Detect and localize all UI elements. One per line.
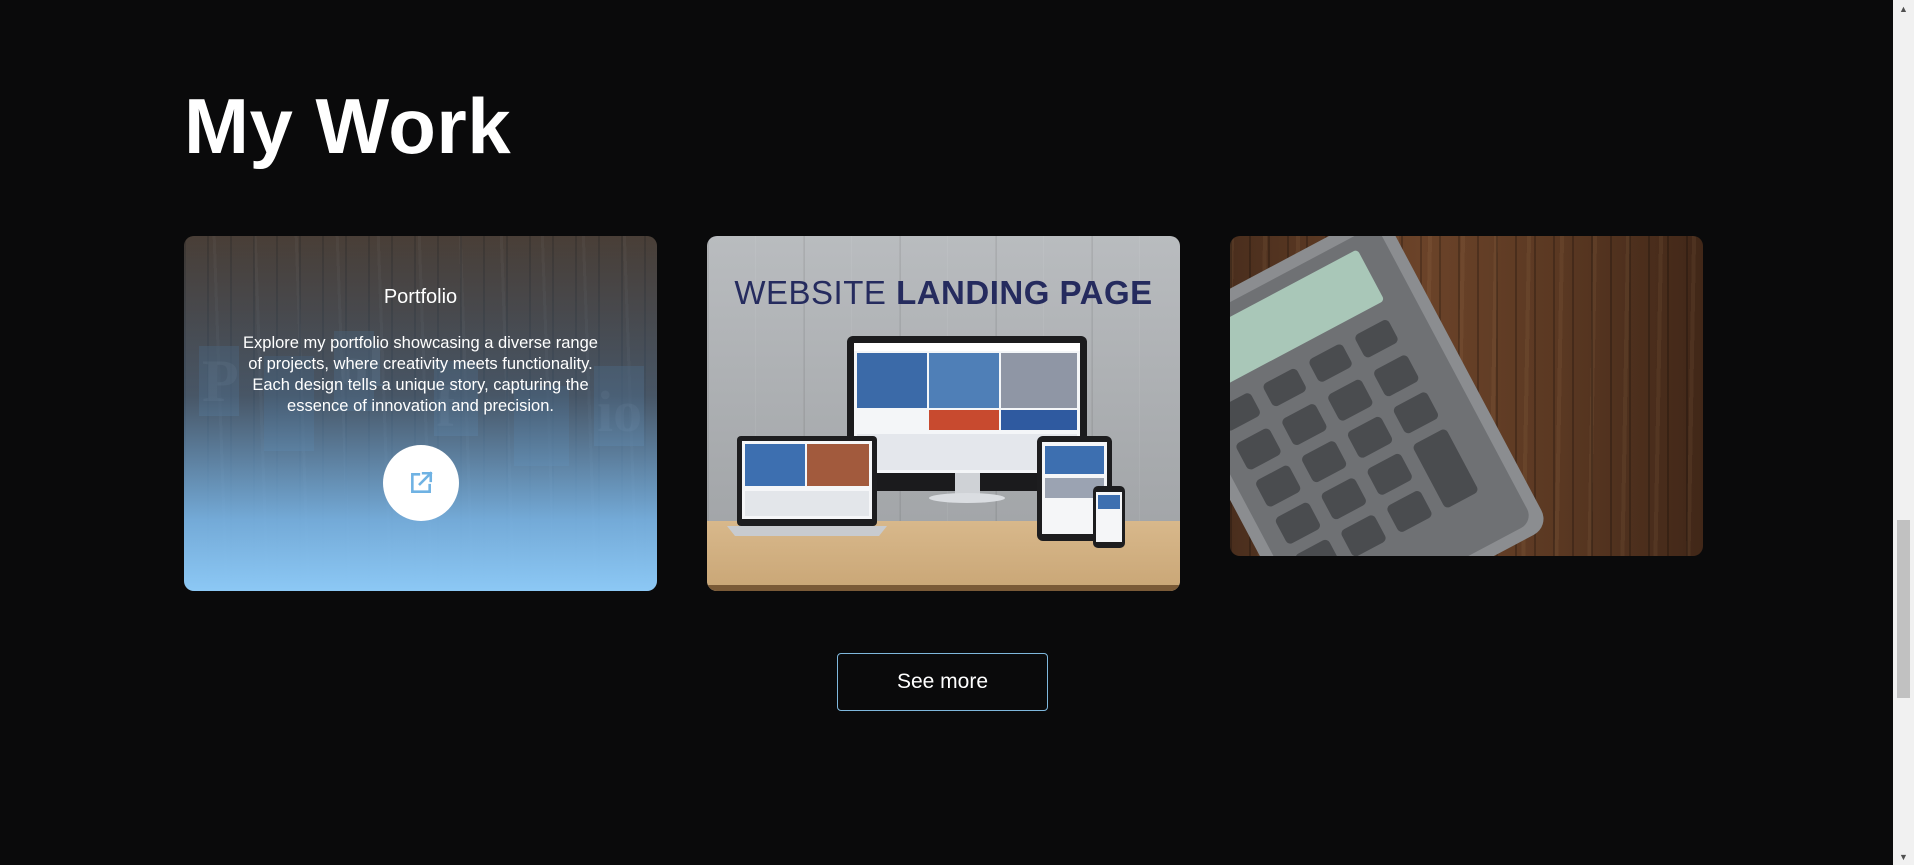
card-title: Portfolio: [383, 286, 458, 308]
section-title: My Work: [184, 82, 512, 170]
page-scrollbar[interactable]: ▲ ▼: [1893, 0, 1914, 865]
project-card-landing-page[interactable]: WEBSITE LANDING PAGE: [707, 236, 1180, 591]
open-project-button[interactable]: [382, 445, 459, 521]
see-more-button[interactable]: See more: [837, 653, 1048, 711]
card-content: Portfolio Explore my portfolio showcasin…: [184, 236, 657, 591]
external-link-icon: [410, 471, 433, 493]
scroll-down-arrow-icon[interactable]: ▼: [1893, 848, 1914, 865]
project-card-calculator[interactable]: [1230, 236, 1703, 556]
calculator-image: [1230, 236, 1544, 556]
device-mockup-image: [727, 336, 1125, 548]
scrollbar-thumb[interactable]: [1897, 520, 1910, 698]
scroll-up-arrow-icon[interactable]: ▲: [1893, 0, 1914, 17]
project-card-portfolio[interactable]: P ol f io Portfolio Explore my portfolio…: [184, 236, 657, 591]
card-description: Explore my portfolio showcasing a divers…: [243, 334, 598, 415]
my-work-section: My Work P ol f io Portfolio Explore my p…: [0, 0, 1914, 865]
